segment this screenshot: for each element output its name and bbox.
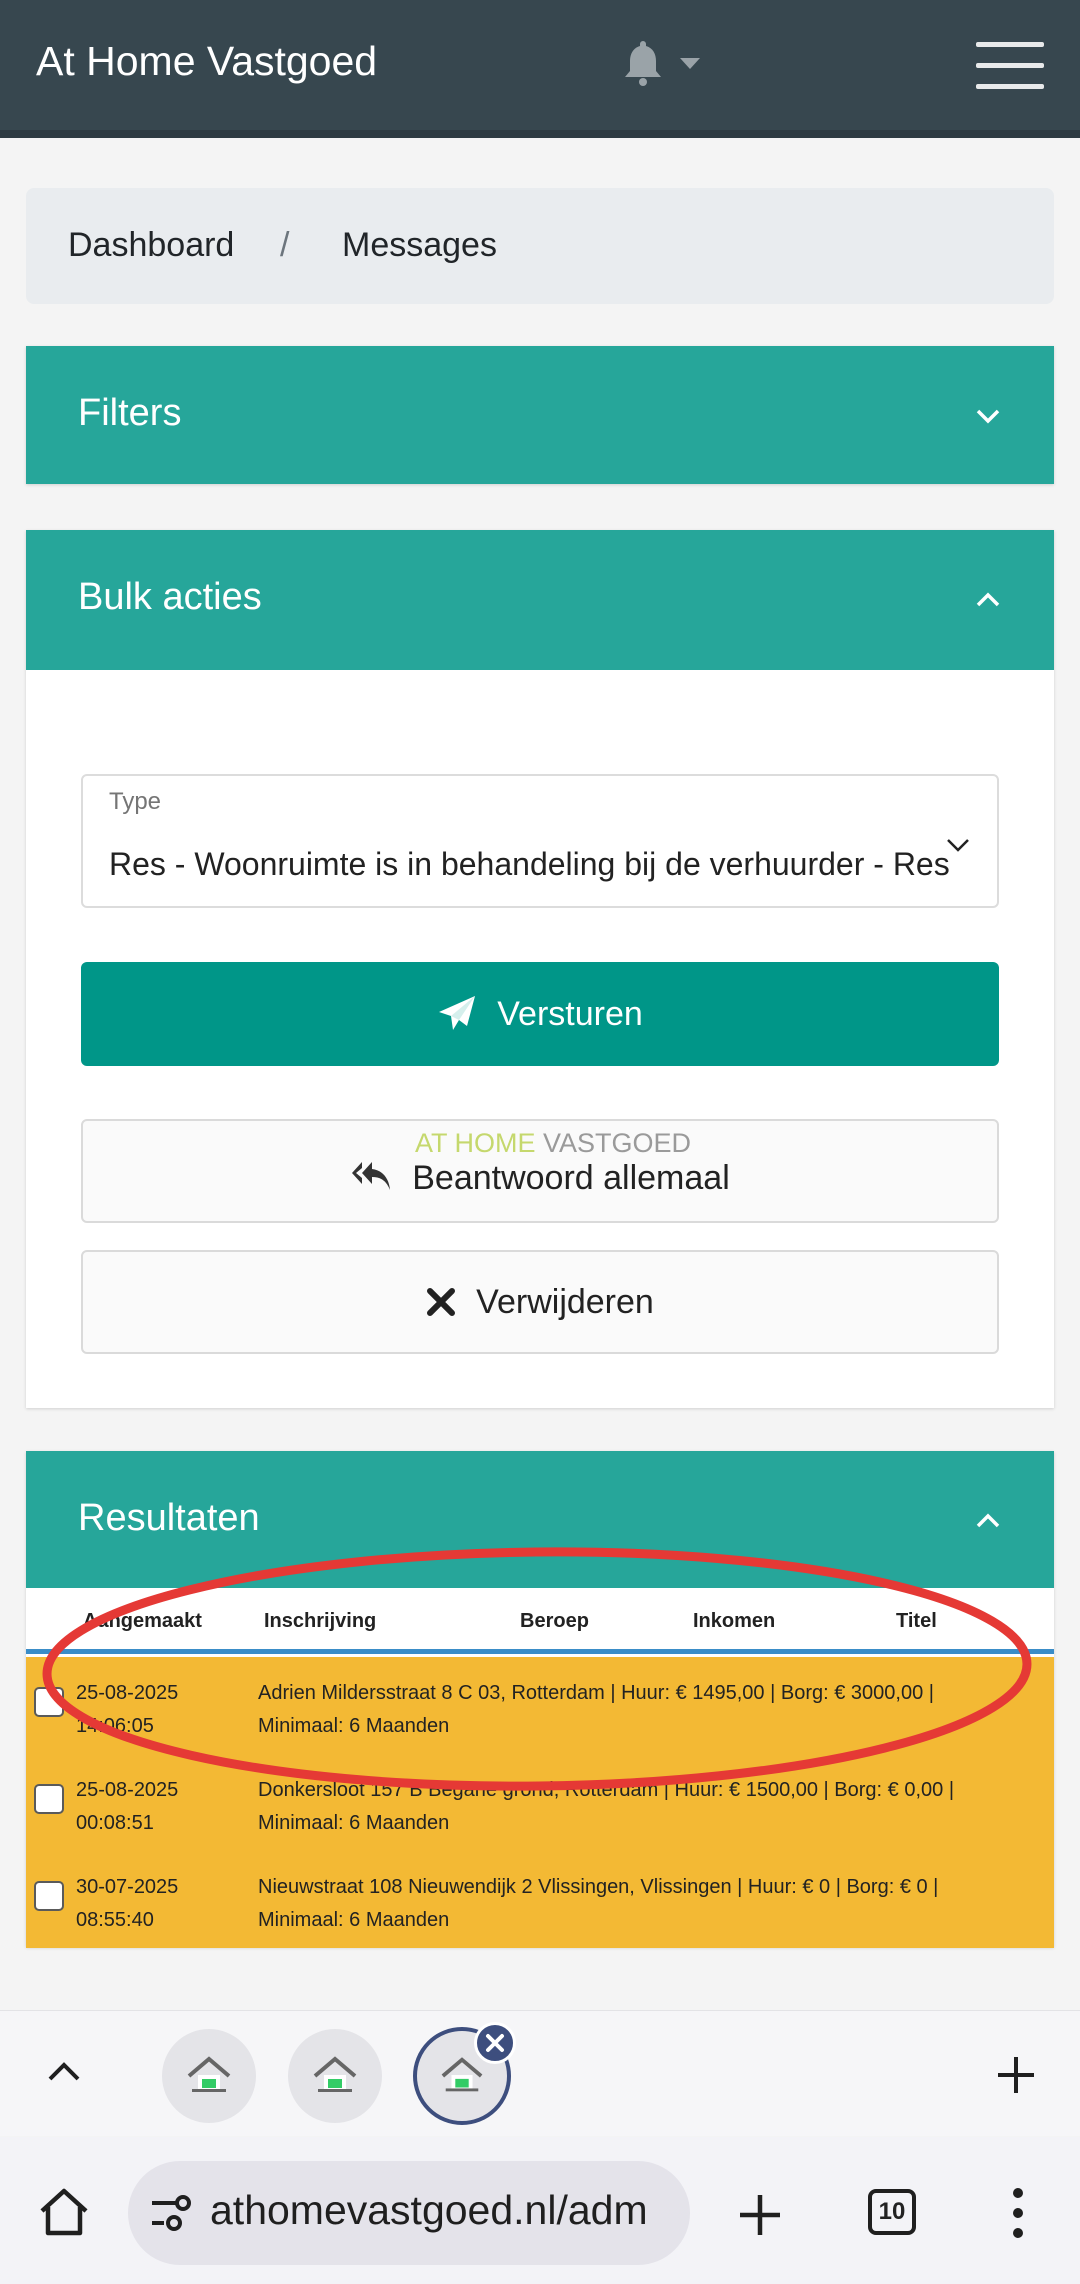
row-minimum: Minimaal: 6 Maanden bbox=[258, 1812, 450, 1834]
table-row[interactable]: 30-07-2025 08:55:40 Nieuwstraat 108 Nieuw… bbox=[26, 1851, 1054, 1948]
app-header: At Home Vastgoed bbox=[0, 0, 1080, 138]
filters-card: Filters bbox=[26, 346, 1054, 484]
results-header[interactable]: Resultaten bbox=[26, 1451, 1054, 1591]
tab-count-button[interactable]: 10 bbox=[868, 2189, 916, 2235]
address-bar[interactable]: athomevastgoed.nl/adm bbox=[128, 2161, 690, 2265]
chevron-up-icon[interactable] bbox=[44, 2057, 84, 2087]
hamburger-icon bbox=[976, 42, 1044, 47]
add-icon[interactable] bbox=[738, 2193, 782, 2237]
results-title: Resultaten bbox=[78, 1497, 260, 1539]
tab-strip bbox=[0, 2010, 1080, 2136]
column-header[interactable]: Aangemaakt bbox=[83, 1610, 202, 1633]
house-icon bbox=[313, 2056, 357, 2092]
type-select[interactable]: Type Res - Woonruimte is in behandeling … bbox=[81, 774, 999, 908]
chevron-down-icon bbox=[947, 839, 969, 852]
app-title[interactable]: At Home Vastgoed bbox=[36, 38, 377, 85]
row-time: 08:55:40 bbox=[76, 1909, 154, 1931]
notifications-button[interactable] bbox=[620, 40, 710, 90]
breadcrumb-messages: Messages bbox=[342, 226, 497, 264]
row-date: 25-08-2025 bbox=[76, 1779, 179, 1801]
close-tab-button[interactable] bbox=[474, 2022, 516, 2064]
row-checkbox[interactable] bbox=[34, 1687, 64, 1717]
home-icon[interactable] bbox=[38, 2187, 90, 2237]
column-header[interactable]: Inkomen bbox=[693, 1610, 775, 1633]
chevron-up-icon bbox=[976, 1513, 1000, 1528]
row-time: 14:06:05 bbox=[76, 1715, 154, 1737]
breadcrumb: Dashboard / Messages bbox=[26, 188, 1054, 304]
row-description: Adrien Mildersstraat 8 C 03, Rotterdam |… bbox=[258, 1682, 934, 1704]
column-header[interactable]: Titel bbox=[896, 1610, 937, 1633]
bell-icon bbox=[625, 41, 700, 86]
browser-tab[interactable] bbox=[288, 2029, 382, 2123]
chevron-down-icon bbox=[976, 409, 1000, 424]
delete-button[interactable]: Verwijderen bbox=[81, 1250, 999, 1354]
reply-all-label: Beantwoord allemaal bbox=[412, 1158, 730, 1197]
row-minimum: Minimaal: 6 Maanden bbox=[258, 1909, 450, 1931]
breadcrumb-dashboard[interactable]: Dashboard bbox=[68, 226, 234, 265]
row-description: Donkersloot 157 B Begane grond, Rotterda… bbox=[258, 1779, 955, 1801]
type-label: Type bbox=[109, 788, 162, 815]
table-header: Aangemaakt Inschrijving Beroep Inkomen T… bbox=[26, 1588, 1054, 1654]
bulk-actions-title: Bulk acties bbox=[78, 576, 262, 618]
breadcrumb-separator: / bbox=[280, 226, 290, 264]
row-date: 30-07-2025 bbox=[76, 1876, 179, 1898]
menu-button[interactable] bbox=[976, 42, 1044, 90]
house-icon bbox=[187, 2056, 231, 2092]
row-time: 00:08:51 bbox=[76, 1812, 154, 1834]
column-header[interactable]: Inschrijving bbox=[264, 1610, 376, 1633]
close-icon bbox=[486, 2034, 504, 2052]
bulk-actions-header[interactable]: Bulk acties bbox=[26, 530, 1054, 670]
table-row[interactable]: 25-08-2025 14:06:05 Adrien Mildersstraat … bbox=[26, 1657, 1054, 1754]
row-date: 25-08-2025 bbox=[76, 1682, 179, 1704]
row-minimum: Minimaal: 6 Maanden bbox=[258, 1715, 450, 1737]
url-text: athomevastgoed.nl/adm bbox=[210, 2187, 648, 2233]
paper-plane-icon bbox=[439, 996, 476, 1030]
type-value: Res - Woonruimte is in behandeling bij d… bbox=[109, 846, 950, 882]
send-label: Versturen bbox=[497, 994, 643, 1033]
delete-label: Verwijderen bbox=[476, 1282, 654, 1321]
browser-tab[interactable] bbox=[162, 2029, 256, 2123]
chevron-up-icon bbox=[976, 592, 1000, 607]
browser-toolbar: athomevastgoed.nl/adm 10 bbox=[0, 2137, 1080, 2284]
row-description: Nieuwstraat 108 Nieuwendijk 2 Vlissingen… bbox=[258, 1876, 939, 1898]
filters-title: Filters bbox=[78, 392, 182, 434]
new-tab-icon[interactable] bbox=[996, 2055, 1036, 2095]
send-button[interactable]: Versturen bbox=[81, 962, 999, 1066]
filters-header[interactable]: Filters bbox=[26, 346, 1054, 484]
caret-down-icon bbox=[680, 58, 700, 69]
reply-all-icon bbox=[352, 1162, 391, 1190]
row-checkbox[interactable] bbox=[34, 1784, 64, 1814]
table-row[interactable]: 25-08-2025 00:08:51 Donkersloot 157 B Beg… bbox=[26, 1754, 1054, 1851]
close-icon bbox=[427, 1288, 456, 1316]
row-checkbox[interactable] bbox=[34, 1881, 64, 1911]
site-settings-icon[interactable] bbox=[150, 2193, 194, 2233]
column-header[interactable]: Beroep bbox=[520, 1610, 589, 1633]
more-options-icon[interactable] bbox=[1006, 2187, 1030, 2239]
watermark-logo: AT HOME VASTGOED bbox=[415, 1128, 692, 1158]
